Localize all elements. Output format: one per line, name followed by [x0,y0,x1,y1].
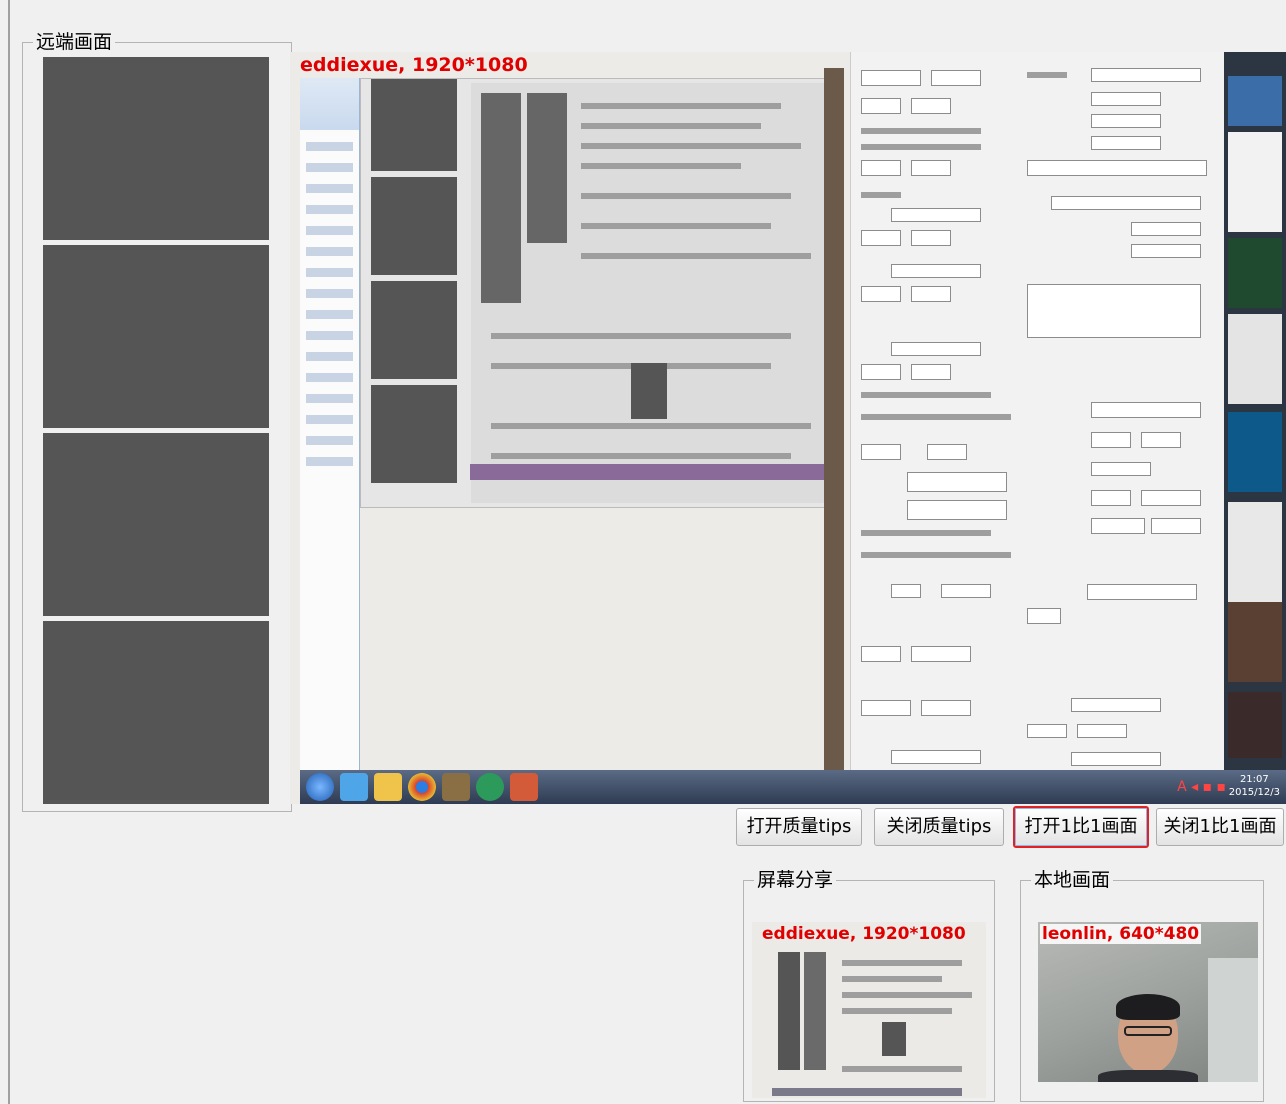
screen-share-stream-label: eddiexue, 1920*1080 [762,924,966,944]
ie-icon [340,773,368,801]
remote-video-slot-3[interactable] [43,433,269,616]
taskbar-clock: 21:07 2015/12/3 [1229,773,1280,799]
close-1to1-view-button[interactable]: 关闭1比1画面 [1156,808,1284,846]
open-quality-tips-button[interactable]: 打开质量tips [736,808,862,846]
window-left-border [8,0,10,1104]
screen-share-video[interactable]: eddiexue, 1920*1080 [752,922,986,1098]
shared-taskbar-strip [470,464,835,480]
screen-share-group-title: 屏幕分享 [754,867,837,893]
folder-icon [374,773,402,801]
shared-explorer-window [300,78,360,782]
local-video-group-title: 本地画面 [1031,867,1114,893]
shared-windows-taskbar: A ◂ ▪ ▪ 21:07 2015/12/3 [300,770,1286,804]
remote-video-slot-2[interactable] [43,245,269,428]
remote-video-slot-4[interactable] [43,621,269,804]
open-1to1-view-button[interactable]: 打开1比1画面 [1013,806,1149,848]
remote-video-slot-1[interactable] [43,57,269,240]
taskbar-time: 21:07 [1239,774,1269,785]
shared-desktop-right-strip [1224,52,1286,804]
shared-nested-app-window [360,78,840,508]
qq-icon [476,773,504,801]
shared-client-settings-panel [850,52,1230,772]
close-quality-tips-button[interactable]: 关闭质量tips [874,808,1004,846]
remote-video-group: 远端画面 [22,29,292,812]
photo-app-icon [442,773,470,801]
remote-video-group-title: 远端画面 [33,29,116,55]
local-camera-video[interactable]: leonlin, 640*480 [1038,922,1258,1082]
app-icon [510,773,538,801]
chrome-icon [408,773,436,801]
taskbar-date: 2015/12/3 [1228,787,1280,798]
main-screen-share-view[interactable]: eddiexue, 1920*1080 A ◂ ▪ ▪ 21:07 2015/1… [290,52,1286,804]
local-stream-label: leonlin, 640*480 [1040,924,1202,944]
system-tray-icons: A ◂ ▪ ▪ [1177,779,1226,795]
start-orb-icon [306,773,334,801]
shared-photo-strip [824,68,844,788]
main-view-stream-label: eddiexue, 1920*1080 [300,54,528,76]
